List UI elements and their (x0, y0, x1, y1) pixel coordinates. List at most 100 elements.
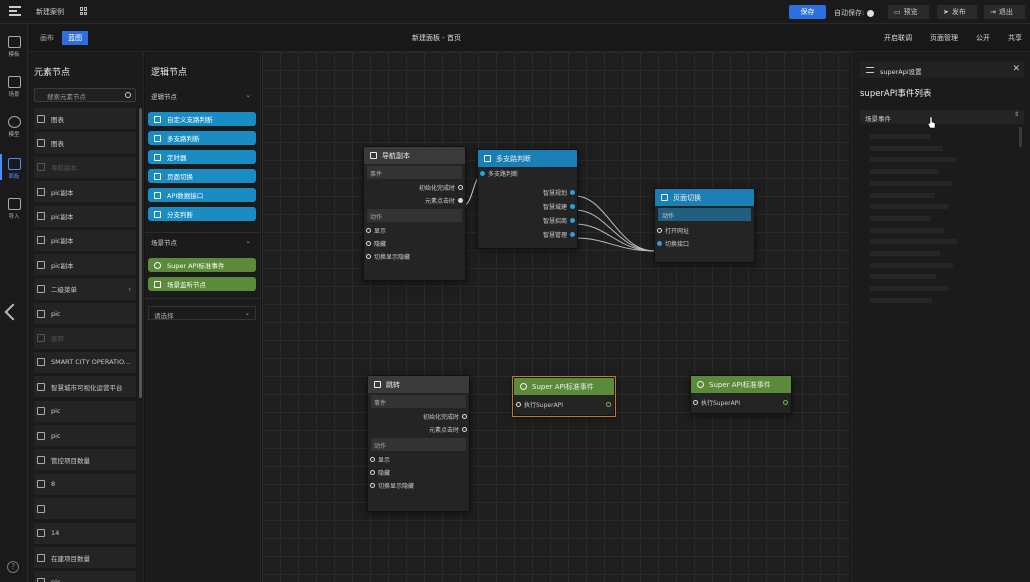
node-header[interactable]: 页面切换 (655, 189, 754, 206)
element-item[interactable]: pic (34, 303, 136, 325)
element-item[interactable]: 导航副本 (34, 156, 136, 178)
public-link[interactable]: 公开 (976, 33, 990, 43)
node-branch[interactable]: 分支判断 (148, 207, 256, 221)
element-item[interactable]: pic (34, 571, 136, 582)
port-dot[interactable] (657, 241, 662, 246)
help-icon[interactable]: ? (7, 561, 19, 573)
node-multi-branch[interactable]: 多支路判断 多支路判断 智慧规划 智慧城建 智慧招商 智慧管理 (477, 149, 578, 249)
node-timer[interactable]: 定时器 (148, 150, 256, 164)
port-dot[interactable] (516, 402, 521, 407)
element-item[interactable]: 管控项目数量 (34, 449, 136, 471)
collapse-chevron-icon[interactable] (4, 303, 22, 321)
element-item[interactable]: SMART CITY OPERATIO... (34, 351, 136, 373)
port-dot[interactable] (480, 171, 485, 176)
rail-item-template[interactable]: 模板 (0, 36, 28, 58)
port-dot[interactable] (570, 232, 575, 237)
event-list-item[interactable] (870, 134, 930, 139)
element-item[interactable]: 智慧城市可视化运营平台 (34, 376, 136, 398)
event-list-item[interactable] (870, 169, 939, 175)
rail-item-scene[interactable]: 场景 (0, 76, 28, 98)
element-item[interactable]: 8 (34, 473, 136, 495)
port-dot[interactable] (606, 402, 611, 407)
event-list-item[interactable] (870, 157, 956, 163)
node-jump[interactable]: 跳转 事件 初始化完成时 元素点击时 动作 显示 隐藏 切换显示隐藏 (367, 375, 470, 512)
logic-select[interactable]: 请选择 ⌄ (148, 306, 256, 320)
node-header[interactable]: Super API标准事件 (691, 376, 791, 393)
event-list-item[interactable] (870, 251, 940, 256)
debug-link[interactable]: 开启联调 (884, 33, 912, 43)
event-list-item[interactable] (870, 274, 936, 280)
event-list-item[interactable] (870, 145, 943, 151)
node-super-api[interactable]: Super API标准事件 (148, 258, 256, 272)
element-item[interactable]: pic副本 (34, 205, 136, 227)
node-multi-branch[interactable]: 多支路判断 (148, 131, 256, 145)
port-dot[interactable] (570, 218, 575, 223)
publish-button[interactable]: ➤ 发布 (937, 5, 977, 19)
scene-event-select[interactable]: 场景事件 ⇕ (860, 110, 1024, 124)
search-icon[interactable] (125, 92, 131, 98)
port-dot[interactable] (366, 228, 371, 233)
port-dot[interactable] (370, 483, 375, 488)
rail-item-panel[interactable]: 面板 (0, 154, 28, 180)
port-dot[interactable] (366, 241, 371, 246)
node-nav-copy[interactable]: 导航副本 事件 初始化完成时 元素点击时 动作 显示 隐藏 切换显示隐藏 (363, 146, 466, 281)
port-dot[interactable] (366, 254, 371, 259)
node-page-switch[interactable]: 页面切换 动作 打开网址 切换接口 (654, 188, 755, 263)
tab-blueprint[interactable]: 蓝图 (62, 31, 88, 45)
element-item[interactable]: pic副本 (34, 229, 136, 251)
rail-item-model[interactable]: 模型 (0, 116, 28, 138)
element-item[interactable]: 在建项目数量 (34, 547, 136, 569)
node-api[interactable]: API数据接口 (148, 188, 256, 202)
event-list-item[interactable] (870, 215, 931, 221)
port-dot[interactable] (458, 185, 463, 190)
event-list-item[interactable] (870, 297, 932, 303)
element-item[interactable]: pic (34, 400, 136, 422)
port-dot[interactable] (783, 400, 788, 405)
page-manage-link[interactable]: 页面管理 (930, 33, 958, 43)
node-header[interactable]: Super API标准事件 (514, 378, 614, 395)
element-item[interactable]: 二级菜单 › (34, 278, 136, 300)
element-item[interactable]: 图表 (34, 132, 136, 154)
tab-canvas[interactable]: 画布 (34, 31, 60, 45)
toggle-knob[interactable] (867, 9, 875, 17)
node-header[interactable]: 跳转 (368, 376, 469, 393)
element-item[interactable] (34, 498, 136, 520)
event-list-item[interactable] (870, 204, 948, 210)
port-dot[interactable] (570, 204, 575, 209)
port-dot[interactable] (370, 457, 375, 462)
node-scene-listen[interactable]: 场景监听节点 (148, 277, 256, 291)
close-icon[interactable]: ✕ (1012, 64, 1020, 74)
element-item[interactable]: 图表 (34, 108, 136, 129)
save-button[interactable]: 保存 (789, 5, 826, 19)
element-item[interactable]: pic副本 (34, 254, 136, 276)
share-link[interactable]: 共享 (1008, 33, 1022, 43)
menu-icon[interactable] (9, 6, 21, 16)
event-list-item[interactable] (870, 286, 949, 292)
element-search-input[interactable]: 搜索元素节点 (34, 88, 136, 102)
element-item[interactable]: pic (34, 425, 136, 447)
port-dot[interactable] (693, 400, 698, 405)
logout-button[interactable]: ⇥ 退出 (984, 5, 1025, 19)
element-item[interactable]: pic副本 (34, 181, 136, 203)
element-scrollbar[interactable] (139, 108, 142, 398)
logic-section-header[interactable]: 逻辑节点 ⌄ (151, 91, 255, 101)
event-list-item[interactable] (870, 180, 952, 186)
node-header[interactable]: 多支路判断 (478, 150, 577, 167)
element-item[interactable]: 跳转 (34, 327, 136, 349)
event-list-item[interactable] (870, 192, 935, 198)
event-list-item[interactable] (870, 227, 944, 233)
grid-icon[interactable] (80, 7, 88, 15)
node-custom-branch[interactable]: 自定义支路判断 (148, 112, 256, 126)
port-dot[interactable] (570, 190, 575, 195)
event-list-item[interactable] (870, 262, 953, 268)
event-list-item[interactable] (870, 239, 957, 245)
port-dot[interactable] (657, 228, 662, 233)
rail-item-import[interactable]: 导入 (0, 198, 28, 220)
element-item[interactable]: 14 (34, 522, 136, 544)
autosave-toggle[interactable]: 自动保存: (834, 8, 875, 18)
event-list-scrollbar[interactable] (1019, 127, 1022, 147)
port-dot[interactable] (462, 414, 467, 419)
node-header[interactable]: 导航副本 (364, 147, 465, 164)
node-page-switch[interactable]: 页面切换 (148, 169, 256, 183)
port-dot[interactable] (458, 198, 463, 203)
